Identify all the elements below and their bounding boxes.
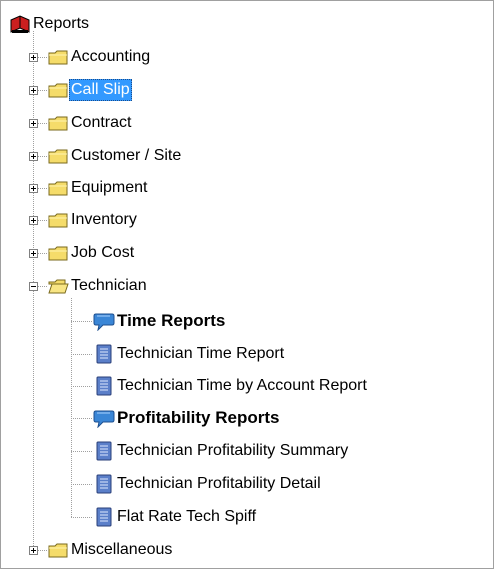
tree-folder-label: Inventory — [71, 211, 137, 228]
tree-report-technician-time-by-account[interactable]: Technician Time by Account Report — [93, 373, 369, 399]
speech-bubble-icon — [93, 311, 115, 332]
tree-report-label: Technician Profitability Summary — [117, 442, 349, 459]
tree-folder-label: Job Cost — [71, 244, 135, 261]
folder-icon — [47, 210, 69, 230]
tree-folder-label: Equipment — [71, 179, 148, 196]
tree-folder-label: Technician — [71, 277, 147, 294]
tree-report-label: Technician Time by Account Report — [117, 377, 367, 394]
folder-icon — [47, 178, 69, 198]
tree-folder-label: Miscellaneous — [71, 541, 173, 558]
folder-icon — [47, 146, 69, 166]
expand-toggle-accounting[interactable] — [29, 53, 38, 62]
tree-folder-equipment[interactable]: Equipment — [47, 175, 150, 201]
folder-icon — [47, 113, 69, 133]
reports-book-icon — [9, 14, 31, 34]
tree-report-label: Technician Time Report — [117, 345, 285, 362]
expand-toggle-customer-site[interactable] — [29, 152, 38, 161]
folder-open-icon — [47, 276, 69, 296]
tree-group-profitability-reports[interactable]: Profitability Reports — [93, 405, 281, 431]
tree-report-profitability-summary[interactable]: Technician Profitability Summary — [93, 438, 350, 464]
folder-icon — [47, 47, 69, 67]
tree-group-time-reports[interactable]: Time Reports — [93, 308, 227, 334]
folder-icon — [47, 80, 69, 100]
tree-report-label: Flat Rate Tech Spiff — [117, 508, 257, 525]
tree-folder-label: Contract — [71, 114, 132, 131]
tree-report-label: Technician Profitability Detail — [117, 475, 321, 492]
tree-folder-miscellaneous[interactable]: Miscellaneous — [47, 537, 174, 563]
report-document-icon — [93, 474, 115, 494]
report-document-icon — [93, 507, 115, 527]
report-tree-panel: Reports Accounting Call Slip Contract Cu… — [0, 0, 494, 569]
tree-folder-technician[interactable]: Technician — [47, 273, 149, 299]
tree-folder-contract[interactable]: Contract — [47, 110, 133, 136]
expand-toggle-miscellaneous[interactable] — [29, 546, 38, 555]
expand-toggle-contract[interactable] — [29, 119, 38, 128]
report-document-icon — [93, 376, 115, 396]
tree-root-reports[interactable]: Reports — [9, 11, 91, 37]
report-document-icon — [93, 344, 115, 364]
tree-folder-accounting[interactable]: Accounting — [47, 44, 152, 70]
tree-report-profitability-detail[interactable]: Technician Profitability Detail — [93, 471, 323, 497]
tree-folder-call-slip[interactable]: Call Slip — [47, 77, 132, 103]
report-document-icon — [93, 441, 115, 461]
tree-report-flat-rate-tech-spiff[interactable]: Flat Rate Tech Spiff — [93, 504, 258, 530]
tree-folder-label: Customer / Site — [71, 147, 182, 164]
tree-group-label: Profitability Reports — [117, 408, 280, 427]
collapse-toggle-technician[interactable] — [29, 282, 38, 291]
tree-root-label: Reports — [33, 15, 90, 32]
expand-toggle-inventory[interactable] — [29, 216, 38, 225]
tree-report-technician-time-report[interactable]: Technician Time Report — [93, 341, 286, 367]
speech-bubble-icon — [93, 408, 115, 429]
tree-folder-customer-site[interactable]: Customer / Site — [47, 143, 183, 169]
folder-icon — [47, 540, 69, 560]
folder-icon — [47, 243, 69, 263]
tree-folder-job-cost[interactable]: Job Cost — [47, 240, 136, 266]
tree-folder-inventory[interactable]: Inventory — [47, 207, 139, 233]
expand-toggle-call-slip[interactable] — [29, 86, 38, 95]
tree-folder-label-selected: Call Slip — [69, 79, 132, 101]
tree-group-label: Time Reports — [117, 311, 226, 330]
expand-toggle-equipment[interactable] — [29, 184, 38, 193]
tree-folder-label: Accounting — [71, 48, 151, 65]
expand-toggle-job-cost[interactable] — [29, 249, 38, 258]
